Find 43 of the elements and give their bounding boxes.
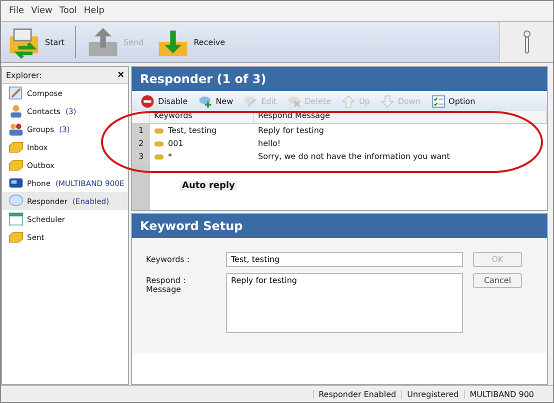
toolbar-button[interactable]: Disable: [138, 94, 190, 108]
keywords-field[interactable]: Test, testing: [226, 252, 463, 267]
pencil-icon: [8, 85, 24, 101]
toolbar-button[interactable]: Receive: [150, 25, 232, 59]
panel-title: Keyword Setup: [132, 214, 547, 238]
annotation-label: Auto reply: [180, 181, 237, 191]
tray-icon: [8, 157, 24, 173]
up-arrow-icon: [340, 94, 356, 108]
add-icon: [198, 94, 213, 108]
message-field[interactable]: Reply for testing: [226, 273, 463, 333]
checklist-icon: [430, 94, 446, 108]
field-label: Respond : Message: [146, 275, 187, 296]
table-cell: 001: [150, 137, 254, 150]
edit-icon: [243, 94, 258, 108]
table-cell-text: hello!: [257, 138, 282, 150]
status-text: Unregistered: [401, 390, 464, 398]
tray-icon: [8, 229, 24, 245]
cancel-button[interactable]: Cancel: [473, 273, 522, 288]
toolbar-button[interactable]: Start: [1, 25, 71, 59]
person-icon: [8, 103, 24, 119]
menu-item[interactable]: View: [31, 6, 52, 16]
pin-icon[interactable]: [522, 30, 530, 54]
menu-item[interactable]: File: [9, 6, 24, 16]
panel-title: Explorer:: [6, 70, 42, 80]
menu-item[interactable]: Help: [84, 6, 104, 16]
delete-icon: [286, 94, 302, 108]
table-cell-text: Reply for testing: [257, 125, 325, 137]
table-cell: Test, testing: [150, 124, 254, 137]
toolbar-button[interactable]: Option: [428, 94, 478, 108]
field-label: Keywords :: [146, 254, 191, 266]
table-cell: *: [150, 150, 254, 163]
table-cell-text: Sorry, we do not have the information you want: [257, 151, 451, 163]
status-text: Responder Enabled: [312, 390, 402, 398]
people-icon: [8, 121, 24, 137]
close-button[interactable]: ×: [118, 69, 124, 81]
stop-icon: [140, 94, 155, 108]
panel-title: Responder (1 of 3): [132, 67, 547, 91]
toolbar-button[interactable]: New: [196, 94, 236, 108]
menu-item[interactable]: Tool: [59, 6, 77, 16]
status-text: MULTIBAND 900: [464, 390, 539, 398]
calendar-icon: [8, 211, 24, 227]
down-arrow-icon: [380, 94, 395, 108]
tray-icon: [8, 139, 24, 155]
